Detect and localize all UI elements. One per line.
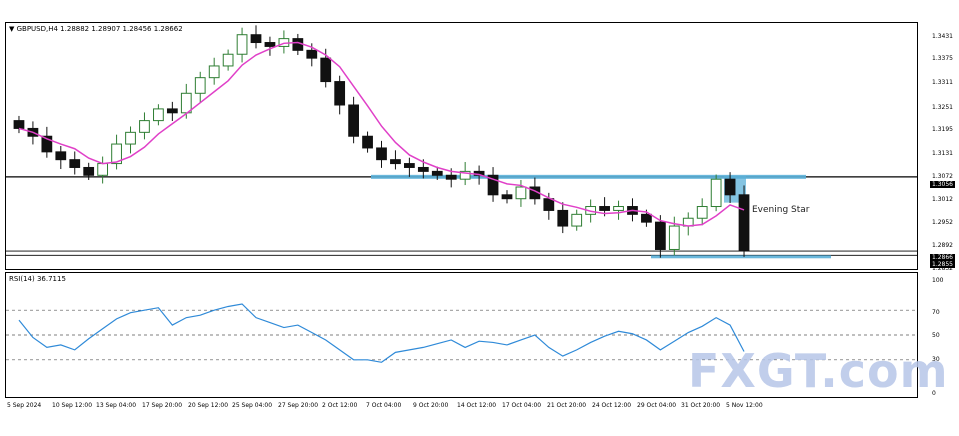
- price-chart: [6, 25, 917, 259]
- candle-body: [571, 213, 583, 227]
- candle-body: [236, 34, 248, 55]
- time-axis-label: 17 Sep 20:00: [142, 402, 183, 409]
- price-axis-label: 1.3251: [932, 104, 953, 111]
- candle-body: [431, 170, 443, 176]
- candle-body: [125, 131, 136, 145]
- candle-body: [13, 120, 25, 129]
- candle-body: [55, 151, 67, 161]
- candle-body: [724, 178, 736, 196]
- support-zone: [651, 255, 831, 259]
- candle-body: [153, 108, 164, 122]
- candle-body: [139, 120, 150, 133]
- price-axis-label: 1.3012: [932, 196, 953, 203]
- candle-body: [306, 49, 318, 59]
- candle-body: [613, 206, 624, 211]
- time-axis-label: 5 Nov 12:00: [726, 402, 763, 409]
- time-axis-label: 10 Sep 12:00: [52, 402, 93, 409]
- time-axis-label: 2 Oct 12:00: [322, 402, 358, 409]
- candle-body: [654, 221, 666, 250]
- price-axis-label: 1.3375: [932, 55, 953, 62]
- candle-body: [710, 178, 722, 208]
- candle-body: [222, 53, 234, 67]
- time-axis-label: 20 Sep 12:00: [188, 402, 229, 409]
- candle-body: [515, 186, 527, 200]
- candle-body: [362, 135, 373, 149]
- bid-price-tag: 1.2855: [930, 261, 955, 268]
- candle-body: [292, 38, 304, 51]
- time-axis-label: 9 Oct 20:00: [413, 402, 449, 409]
- candle-body: [83, 166, 95, 176]
- candle-body: [738, 194, 750, 252]
- candle-body: [557, 209, 569, 227]
- rsi-level-50: 50: [932, 332, 940, 339]
- time-axis-label: 29 Oct 04:00: [637, 402, 677, 409]
- time-axis-label: 14 Oct 12:00: [457, 402, 497, 409]
- candle-body: [445, 174, 457, 180]
- candle-body: [501, 194, 513, 200]
- time-axis-label: 25 Sep 04:00: [232, 402, 273, 409]
- price-axis-label: 1.3195: [932, 126, 953, 133]
- candle-body: [390, 159, 401, 165]
- current-price-tag: 1.2866: [930, 254, 955, 261]
- candle-body: [334, 81, 346, 106]
- chart-window: ▼ GBPUSD,H4 1.28882 1.28907 1.28456 1.28…: [0, 0, 959, 436]
- symbol-info: ▼ GBPUSD,H4 1.28882 1.28907 1.28456 1.28…: [9, 25, 183, 33]
- candle-body: [166, 108, 178, 114]
- candle-body: [97, 163, 109, 176]
- price-axis-label: 1.3072: [932, 173, 953, 180]
- time-axis-label: 13 Sep 04:00: [96, 402, 137, 409]
- price-axis-label: 1.2892: [932, 242, 953, 249]
- resistance-price-tag: 1.3056: [930, 181, 955, 188]
- rsi-label: RSI(14) 36.7115: [9, 275, 66, 283]
- candle-body: [69, 159, 81, 168]
- time-axis-label: 31 Oct 20:00: [681, 402, 721, 409]
- fxgt-watermark: FXGT.com: [688, 344, 949, 398]
- price-axis-label: 1.3311: [932, 79, 953, 86]
- time-axis-label: 17 Oct 04:00: [502, 402, 542, 409]
- candle-body: [250, 34, 262, 44]
- candle-body: [417, 166, 429, 172]
- evening-star-annotation: Evening Star: [752, 205, 810, 215]
- time-axis-label: 5 Sep 2024: [7, 402, 42, 409]
- candle-body: [543, 198, 555, 211]
- time-axis-label: 21 Oct 20:00: [547, 402, 587, 409]
- candle-body: [320, 57, 332, 83]
- candle-body: [180, 92, 192, 114]
- time-axis-label: 7 Oct 04:00: [366, 402, 402, 409]
- candle-body: [668, 225, 680, 250]
- price-chart-pane[interactable]: [5, 22, 918, 270]
- price-axis-label: 1.3131: [932, 150, 953, 157]
- time-axis-label: 24 Oct 12:00: [592, 402, 632, 409]
- price-axis-label: 1.3431: [932, 33, 953, 40]
- candle-body: [641, 213, 652, 223]
- candle-body: [348, 104, 359, 137]
- time-axis-label: 27 Sep 20:00: [278, 402, 319, 409]
- candle-body: [264, 42, 276, 47]
- rsi-line: [18, 303, 745, 363]
- rsi-level-70: 70: [932, 309, 940, 316]
- candle-body: [194, 77, 206, 94]
- candle-body: [404, 163, 415, 168]
- rsi-level-100: 100: [932, 277, 944, 284]
- candle-body: [376, 147, 387, 161]
- candle-body: [696, 206, 708, 219]
- candle-body: [599, 206, 610, 211]
- candle-body: [208, 65, 220, 79]
- price-axis-label: 1.2952: [932, 219, 953, 226]
